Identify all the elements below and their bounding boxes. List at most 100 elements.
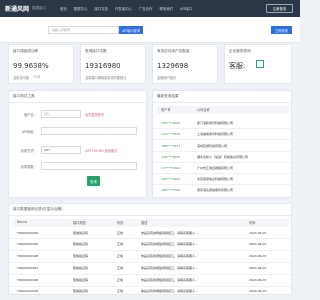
cell-time: 2024-06-07 [249,254,267,258]
row-divider [153,162,291,163]
divider [9,102,146,103]
cell-nonce: TOK00000000 [17,231,39,235]
table-header-row [13,219,289,227]
form-label-method: 请求方式： [20,149,37,153]
cell-type: 短信验证码 [73,242,89,246]
recent-phone: 132****2576 [161,132,181,136]
recent-col-company: 公司名称 [197,108,210,112]
cell-time: 2024-06-07 [249,231,267,235]
divider [153,102,291,103]
row-divider [153,128,291,129]
recent-title: 最新查询结果 [157,94,179,98]
top-bar: 新通风网 数据接口 首页 数据中心 接口文档 开发者中心 广告合作 联系我们 A… [0,0,300,17]
nav-item-ads[interactable]: 广告合作 [139,6,153,11]
cell-desc: 你是没有的网络调用接口，请联系客服人... [141,231,198,235]
submit-button[interactable]: 查询 [87,176,100,186]
api-url-input[interactable] [41,127,137,135]
row-divider [153,173,291,174]
stat-sub-value: 7.25 [33,75,41,79]
stat-card-service: 企业服务查询 客服: [224,44,292,84]
stat-value: 99.9638% [13,62,49,70]
cell-status: 正常 [117,231,124,235]
col-status: 状态 [117,221,124,225]
cell-time: 2024-06-07 [249,266,267,270]
form-label-user: 用户名： [23,113,37,117]
cell-time: 2024-06-07 [249,242,267,246]
cell-desc: 你是没有的网络调用接口，请联系客服人... [141,254,198,258]
login-button[interactable]: 注册登录 [266,4,293,13]
stat-card-success-rate: 接口调用成功率 99.9638% 当前访问量 7.25 [8,44,74,84]
api-test-form: 接口测试工具 用户名： 默认 请先登录账号 API地址： 请求方式： GET G… [8,90,147,198]
cell-nonce: TOK00000005 [17,289,39,293]
params-input[interactable] [41,162,137,170]
row-divider [9,274,291,275]
col-nonce: Nonce [17,220,28,224]
recent-results-panel: 最新查询结果 用户号 公司名称 155****8025 厦门海鸥通讯科技有限公司… [152,90,292,198]
search-button[interactable]: API接口查询 [119,26,143,34]
cell-time: 2024-06-07 [249,289,267,293]
col-type: 接口类型 [73,221,86,225]
nav-item-docs[interactable]: 接口文档 [94,6,108,11]
recent-phone: 188****7761 [161,188,181,192]
query-button[interactable]: 立即查询 [271,26,292,34]
cell-type: 短信验证码 [73,266,89,270]
nav-item-api[interactable]: API接口 [180,6,192,11]
method-select[interactable]: GET [41,146,81,154]
nav-item-home[interactable]: 首页 [60,6,67,11]
divider [9,215,291,216]
form-label-params: 请求参数： [20,165,37,169]
stat-title: 有效访问用户总数量 [157,49,190,53]
site-subtitle: 数据接口 [32,6,47,10]
cell-nonce: TOK00000008 [17,254,39,258]
recent-company: 北京思通信息科技有限公司 [197,177,234,181]
col-desc: 描述 [141,221,148,225]
cell-nonce: TOK00000006 [17,278,39,282]
search-input[interactable]: 请输入手机号 [48,26,119,34]
usage-log-panel: 接口数据使用记录(仅显示近期) Nonce 接口类型 状态 描述 时间 TOK0… [8,203,292,295]
cell-status: 正常 [117,242,124,246]
cell-desc: 你是没有的网络调用接口，请联系客服人... [141,242,198,246]
recent-company: 广州市汇信达网络有限公司 [197,166,234,170]
main-nav: 首页 数据中心 接口文档 开发者中心 广告合作 联系我们 API接口 [60,6,192,11]
recent-phone: 155****8025 [161,121,181,125]
row-divider [153,139,291,140]
recent-company: 南京海达通信服务有限公司 [197,188,234,192]
cell-status: 正常 [117,278,124,282]
recent-company: 深圳百通科技有限公司 [197,144,228,148]
cell-nonce: TOK00000009 [17,242,39,246]
recent-phone: 139****6075 [161,155,181,159]
row-divider [9,286,291,287]
refresh-icon[interactable] [256,60,264,68]
recent-phone: 182****3093 [161,177,181,181]
recent-company: 湖北省新小（某某）科技信息有限公司 [197,155,249,159]
row-divider [9,262,291,263]
stat-sub: 当前访问量 [13,76,29,80]
cell-type: 短信验证码 [73,231,89,235]
form-tip-method: GET+JSON+返回格式 [85,149,118,153]
table-title: 接口数据使用记录(仅显示近期) [13,207,63,211]
nav-item-dev[interactable]: 开发者中心 [115,6,132,11]
nav-item-data[interactable]: 数据中心 [74,6,88,11]
cell-type: 短信验证码 [73,254,89,258]
form-label-api: API地址： [21,130,37,134]
cell-type: 短信验证码 [73,278,89,282]
site-logo[interactable]: 新通风网 [5,4,29,13]
recent-company: 上海迪联通讯科技有限公司 [197,132,234,136]
recent-phone: 177****2601 [161,166,181,170]
nav-item-contact[interactable]: 联系我们 [159,6,173,11]
stat-sub: 当前接口调用量查询次数统计 [85,76,127,80]
stat-card-users: 有效访问用户总数量 1329698 近期用户统计 [152,44,218,84]
stat-sub: 近期用户统计 [157,76,177,80]
stat-title: 查询接口次数 [85,49,107,53]
cell-desc: 你是没有的网络调用接口，请联系客服人... [141,278,198,282]
col-time: 时间 [249,221,256,225]
row-divider [9,250,291,251]
row-divider [153,184,291,185]
user-input[interactable]: 默认 [41,110,81,118]
stat-value: 客服: [229,62,246,70]
recent-company: 厦门海鸥通讯科技有限公司 [197,121,234,125]
cell-desc: 你是没有的网络调用接口，请联系客服人... [141,266,198,270]
cell-status: 正常 [117,266,124,270]
cell-status: 正常 [117,289,124,293]
recent-col-phone: 用户号 [161,108,171,112]
